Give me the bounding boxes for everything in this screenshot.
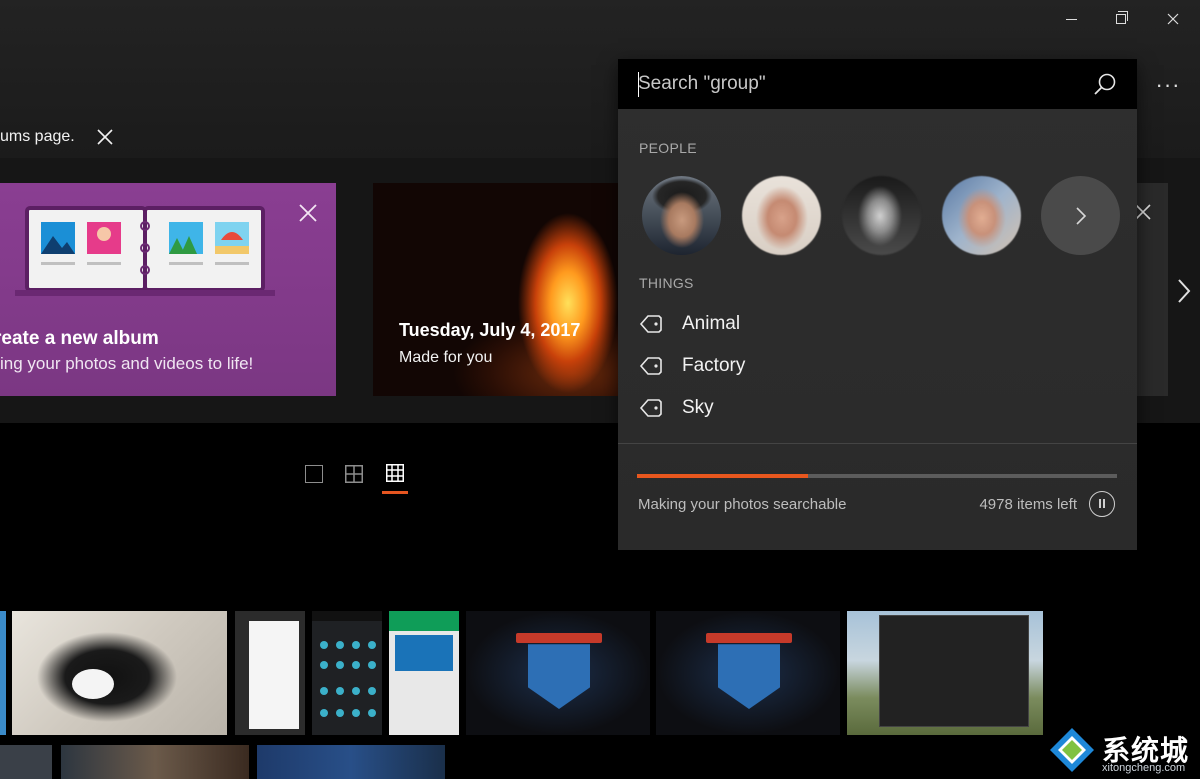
view-small-button[interactable] — [386, 464, 404, 482]
indexing-status-text: Making your photos searchable — [638, 496, 847, 513]
photo-thumbnail[interactable] — [312, 611, 382, 735]
memory-card-title: Tuesday, July 4, 2017 — [399, 320, 581, 340]
photo-thumbnail[interactable] — [847, 611, 1043, 735]
album-illustration-icon — [15, 206, 275, 296]
search-input[interactable] — [638, 69, 1078, 99]
photo-thumbnail[interactable] — [61, 745, 249, 779]
person-avatar[interactable] — [742, 176, 821, 255]
photo-thumbnail[interactable] — [12, 611, 227, 735]
chevron-right-icon — [1075, 206, 1086, 225]
album-card-title: reate a new album — [0, 328, 159, 349]
photo-thumbnail[interactable] — [656, 611, 840, 735]
thing-label: Factory — [682, 355, 746, 376]
grid-2x2-icon — [345, 465, 363, 483]
carousel-card[interactable] — [1135, 183, 1168, 396]
carousel-next-button[interactable] — [1172, 276, 1196, 306]
photo-thumbnail[interactable] — [0, 611, 6, 735]
photo-thumbnail[interactable] — [389, 611, 459, 735]
chevron-right-icon — [1178, 279, 1191, 303]
indexing-progress-fill — [637, 474, 809, 478]
search-box — [618, 59, 1137, 109]
thing-suggestion[interactable]: Animal — [639, 309, 939, 339]
person-avatar[interactable] — [642, 176, 721, 255]
notice-close-button[interactable] — [94, 126, 116, 148]
more-people-button[interactable] — [1041, 176, 1120, 255]
more-options-button[interactable]: ··· — [1148, 70, 1188, 100]
album-card-subtitle: ing your photos and videos to life! — [0, 354, 254, 373]
person-avatar[interactable] — [842, 176, 921, 255]
close-icon — [97, 129, 113, 145]
app-grid-icon — [312, 611, 382, 717]
search-icon — [1094, 73, 1116, 95]
minimize-button[interactable] — [1048, 6, 1094, 32]
search-flyout: PEOPLE THINGS Animal Factory Sky Making … — [618, 59, 1137, 550]
close-button[interactable] — [1150, 6, 1196, 32]
restore-button[interactable] — [1098, 6, 1144, 32]
selected-view-indicator — [382, 491, 408, 494]
text-caret — [638, 72, 639, 97]
person-avatar[interactable] — [942, 176, 1021, 255]
things-section-label: THINGS — [639, 275, 694, 291]
notice-text: ums page. — [0, 128, 75, 145]
grid-3x3-icon — [386, 464, 404, 482]
items-left-count: 4978 items left — [979, 496, 1077, 513]
thing-suggestion[interactable]: Factory — [639, 351, 939, 381]
search-button[interactable] — [1092, 71, 1118, 97]
view-medium-button[interactable] — [345, 465, 363, 483]
close-icon — [299, 204, 317, 222]
photo-thumbnail[interactable] — [466, 611, 650, 735]
tag-icon — [639, 399, 662, 417]
close-icon — [1167, 13, 1179, 25]
people-section-label: PEOPLE — [639, 140, 697, 156]
thing-label: Animal — [682, 313, 741, 334]
watermark-logo-icon — [1050, 728, 1094, 772]
create-album-card[interactable]: reate a new album ing your photos and vi… — [0, 183, 336, 396]
memory-card-subtitle: Made for you — [399, 349, 493, 366]
indexing-progress-bar — [637, 474, 1117, 478]
memory-card[interactable]: Tuesday, July 4, 2017 Made for you — [373, 183, 633, 396]
divider — [618, 443, 1137, 444]
thing-suggestion[interactable]: Sky — [639, 393, 939, 423]
tag-icon — [639, 315, 662, 333]
photo-thumbnail[interactable] — [235, 611, 305, 735]
photo-thumbnail[interactable] — [0, 745, 52, 779]
pause-indexing-button[interactable] — [1089, 491, 1115, 517]
tag-icon — [639, 357, 662, 375]
watermark-url: xitongcheng.com — [1102, 762, 1186, 774]
view-large-button[interactable] — [305, 465, 323, 483]
thing-label: Sky — [682, 397, 714, 418]
photo-thumbnail[interactable] — [257, 745, 445, 779]
dismiss-card-button[interactable] — [296, 201, 320, 225]
